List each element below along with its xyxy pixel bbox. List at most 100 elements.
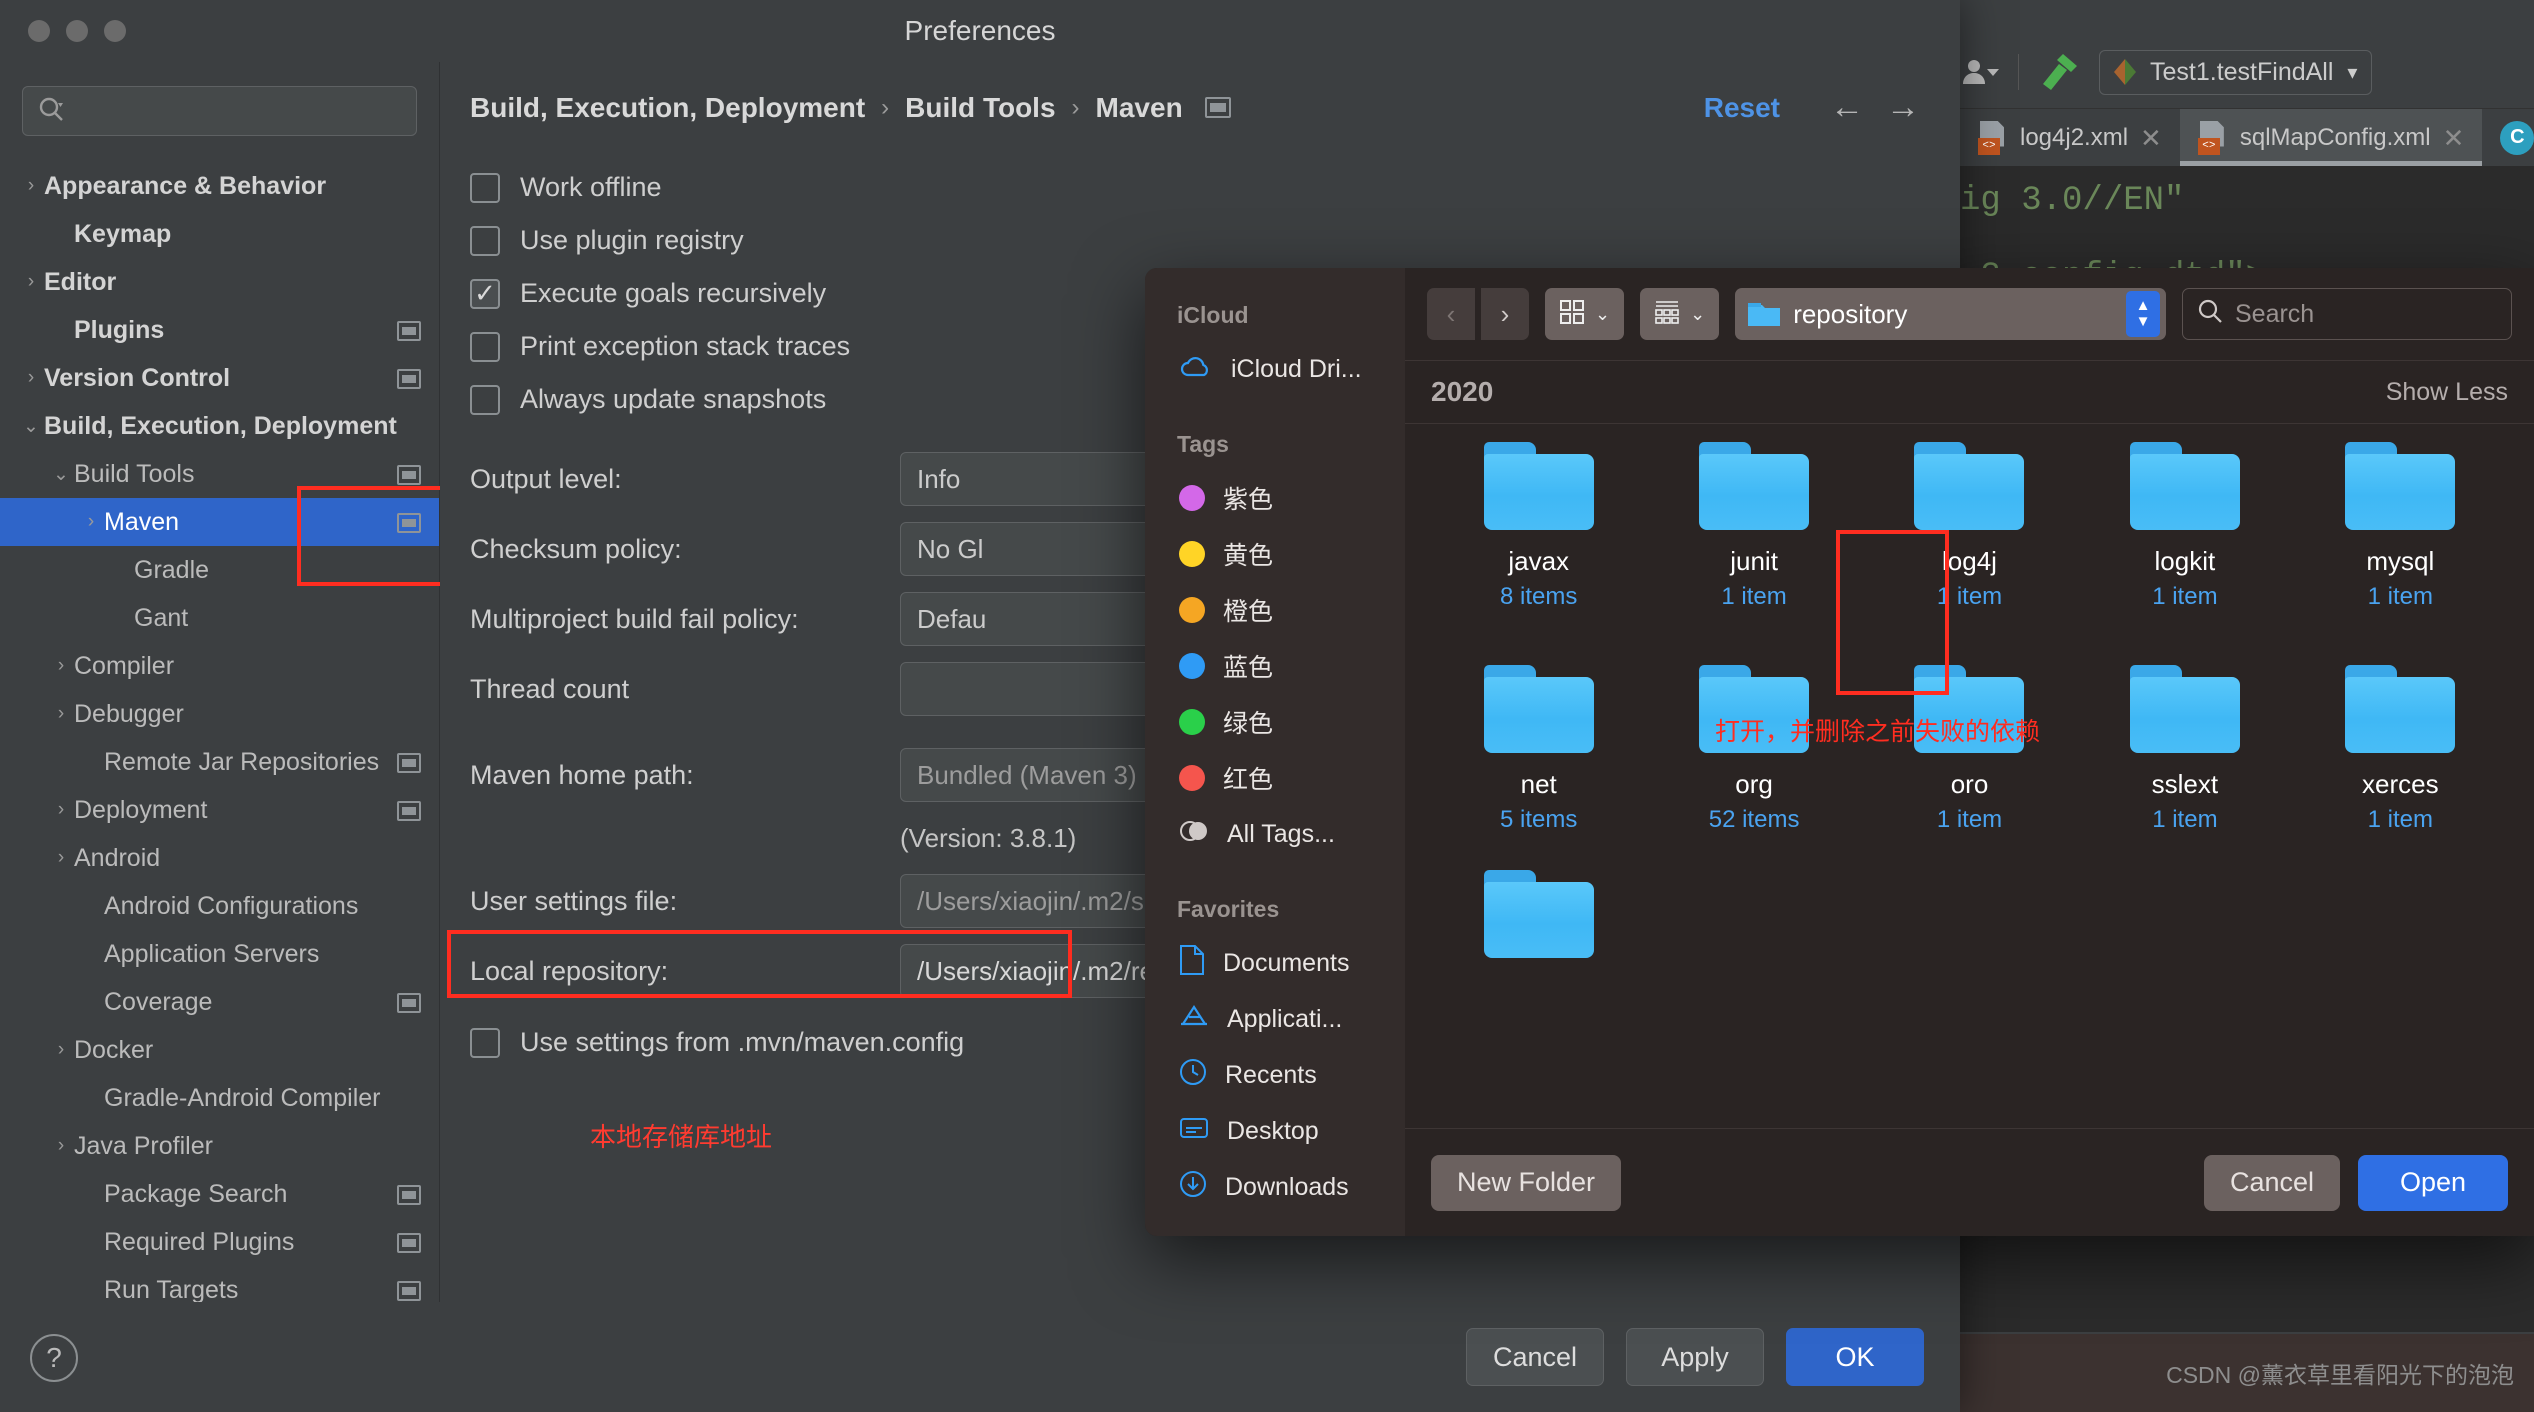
finder-folder-net[interactable]: net5 items <box>1431 617 1646 840</box>
use-mvn-config-checkbox[interactable] <box>470 1028 500 1058</box>
settings-tree[interactable]: ›Appearance & BehaviorKeymap›EditorPlugi… <box>0 150 439 1362</box>
checkbox-always-update-snapshots[interactable] <box>470 385 500 415</box>
forward-button[interactable]: › <box>1481 288 1529 340</box>
sidebar-item-package-search[interactable]: Package Search <box>0 1170 439 1218</box>
view-mode-button[interactable]: ⌄ <box>1545 288 1624 340</box>
apply-button[interactable]: Apply <box>1626 1328 1764 1386</box>
chevron-right-icon[interactable]: › <box>48 847 74 869</box>
editor-tab-extra[interactable]: C D <box>2482 109 2534 166</box>
finder-item-downloads[interactable]: Downloads <box>1145 1159 1405 1215</box>
new-folder-button[interactable]: New Folder <box>1431 1155 1621 1211</box>
sidebar-item-required-plugins[interactable]: Required Plugins <box>0 1218 439 1266</box>
finder-folder-mysql[interactable]: mysql1 item <box>2293 424 2508 617</box>
back-arrow-icon[interactable]: ← <box>1830 88 1864 127</box>
chevron-down-icon[interactable]: ⌄ <box>18 415 44 438</box>
chevron-right-icon[interactable]: › <box>78 511 104 533</box>
cancel-button[interactable]: Cancel <box>1466 1328 1604 1386</box>
chevron-right-icon[interactable]: › <box>18 367 44 389</box>
show-less-link[interactable]: Show Less <box>2386 378 2508 407</box>
sidebar-item-gant[interactable]: Gant <box>0 594 439 642</box>
forward-arrow-icon[interactable]: → <box>1886 88 1920 127</box>
sidebar-item-plugins[interactable]: Plugins <box>0 306 439 354</box>
sidebar-item-build-tools[interactable]: ⌄Build Tools <box>0 450 439 498</box>
editor-tab-log4j2[interactable]: <> log4j2.xml ✕ <box>1960 109 2180 166</box>
finder-tag-item[interactable]: 绿色 <box>1145 694 1405 750</box>
finder-item-documents[interactable]: Documents <box>1145 935 1405 991</box>
maximize-window-button[interactable] <box>104 20 126 42</box>
finder-tag-item[interactable]: 蓝色 <box>1145 638 1405 694</box>
sidebar-item-android[interactable]: ›Android <box>0 834 439 882</box>
checkbox-execute-goals-recursively[interactable] <box>470 279 500 309</box>
chevron-right-icon[interactable]: › <box>48 1135 74 1157</box>
chevron-down-icon[interactable]: ⌄ <box>48 463 74 486</box>
finder-search-input[interactable]: Search <box>2182 288 2512 340</box>
finder-folder-javax[interactable]: javax8 items <box>1431 424 1646 617</box>
minimize-window-button[interactable] <box>66 20 88 42</box>
finder-item-icloud-drive[interactable]: iCloud Dri... <box>1145 341 1405 397</box>
path-stepper[interactable]: ▲▼ <box>2126 291 2160 337</box>
path-selector[interactable]: repository ▲▼ <box>1735 288 2166 340</box>
checkbox-work-offline[interactable] <box>470 173 500 203</box>
sidebar-item-keymap[interactable]: Keymap <box>0 210 439 258</box>
window-traffic-lights[interactable] <box>28 20 126 42</box>
chevron-right-icon[interactable]: › <box>48 1039 74 1061</box>
finder-folder-log4j[interactable]: log4j1 item <box>1862 424 2077 617</box>
finder-file-cell-partial[interactable] <box>1431 840 1646 980</box>
chevron-right-icon[interactable]: › <box>48 703 74 725</box>
sidebar-item-gradle-android-compiler[interactable]: Gradle-Android Compiler <box>0 1074 439 1122</box>
finder-item-all-tags[interactable]: All Tags... <box>1145 806 1405 862</box>
finder-folder-sslext[interactable]: sslext1 item <box>2077 617 2292 840</box>
thread-count-input[interactable] <box>900 662 1180 716</box>
sidebar-item-deployment[interactable]: ›Deployment <box>0 786 439 834</box>
finder-tag-item[interactable]: 黄色 <box>1145 526 1405 582</box>
sidebar-item-build-execution-deployment[interactable]: ⌄Build, Execution, Deployment <box>0 402 439 450</box>
breadcrumb-item-2[interactable]: Maven <box>1096 92 1183 124</box>
sidebar-item-remote-jar-repositories[interactable]: Remote Jar Repositories <box>0 738 439 786</box>
search-input[interactable] <box>22 86 417 136</box>
sidebar-item-appearance-behavior[interactable]: ›Appearance & Behavior <box>0 162 439 210</box>
sidebar-item-android-configurations[interactable]: Android Configurations <box>0 882 439 930</box>
chevron-right-icon[interactable]: › <box>18 271 44 293</box>
chevron-right-icon[interactable]: › <box>48 655 74 677</box>
ok-button[interactable]: OK <box>1786 1328 1924 1386</box>
close-window-button[interactable] <box>28 20 50 42</box>
run-configuration-selector[interactable]: Test1.testFindAll ▾ <box>2099 50 2372 95</box>
sidebar-item-docker[interactable]: ›Docker <box>0 1026 439 1074</box>
checkbox-print-exception-stack-traces[interactable] <box>470 332 500 362</box>
finder-item-desktop[interactable]: Desktop <box>1145 1103 1405 1159</box>
finder-folder-logkit[interactable]: logkit1 item <box>2077 424 2292 617</box>
build-hammer-icon[interactable] <box>2037 52 2081 92</box>
finder-folder-xerces[interactable]: xerces1 item <box>2293 617 2508 840</box>
finder-item-recents[interactable]: Recents <box>1145 1047 1405 1103</box>
sidebar-item-gradle[interactable]: Gradle <box>0 546 439 594</box>
finder-tag-item[interactable]: 红色 <box>1145 750 1405 806</box>
close-icon[interactable]: ✕ <box>2140 125 2162 151</box>
back-button[interactable]: ‹ <box>1427 288 1475 340</box>
group-sort-button[interactable]: ⌄ <box>1640 288 1719 340</box>
sidebar-item-java-profiler[interactable]: ›Java Profiler <box>0 1122 439 1170</box>
finder-tag-item[interactable]: 紫色 <box>1145 470 1405 526</box>
sidebar-item-maven[interactable]: ›Maven <box>0 498 439 546</box>
breadcrumb-item-0[interactable]: Build, Execution, Deployment <box>470 92 865 124</box>
breadcrumb-item-1[interactable]: Build Tools <box>905 92 1055 124</box>
sidebar-item-compiler[interactable]: ›Compiler <box>0 642 439 690</box>
close-icon[interactable]: ✕ <box>2443 125 2465 151</box>
reset-link[interactable]: Reset <box>1704 92 1780 124</box>
sidebar-item-application-servers[interactable]: Application Servers <box>0 930 439 978</box>
user-account-icon[interactable] <box>1960 56 2000 88</box>
finder-file-grid-container[interactable]: 2 itemsvalidator1 item1 item10 items6 it… <box>1405 424 2534 1128</box>
sidebar-item-debugger[interactable]: ›Debugger <box>0 690 439 738</box>
finder-folder-junit[interactable]: junit1 item <box>1646 424 1861 617</box>
sidebar-item-version-control[interactable]: ›Version Control <box>0 354 439 402</box>
chevron-right-icon[interactable]: › <box>18 175 44 197</box>
help-button[interactable]: ? <box>30 1334 78 1382</box>
finder-tag-item[interactable]: 橙色 <box>1145 582 1405 638</box>
editor-tab-sqlmapconfig[interactable]: <> sqlMapConfig.xml ✕ <box>2180 109 2483 166</box>
sidebar-item-coverage[interactable]: Coverage <box>0 978 439 1026</box>
checkbox-use-plugin-registry[interactable] <box>470 226 500 256</box>
finder-item-applications[interactable]: Applicati... <box>1145 991 1405 1047</box>
chevron-right-icon[interactable]: › <box>48 799 74 821</box>
sidebar-item-editor[interactable]: ›Editor <box>0 258 439 306</box>
finder-open-button[interactable]: Open <box>2358 1155 2508 1211</box>
finder-cancel-button[interactable]: Cancel <box>2204 1155 2340 1211</box>
